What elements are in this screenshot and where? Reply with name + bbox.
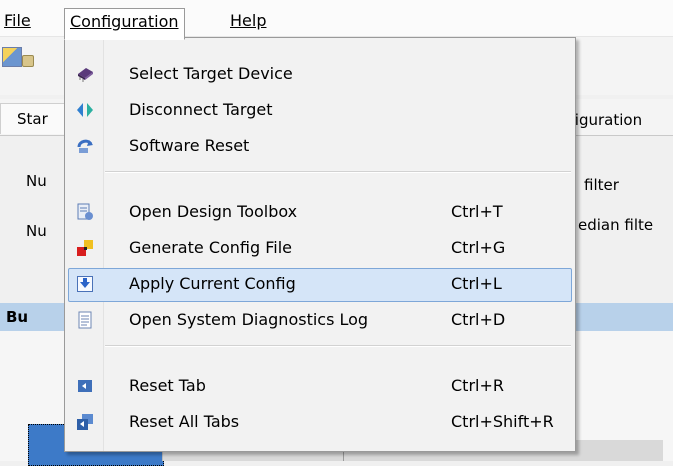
toolbox-icon (77, 203, 93, 220)
menu-item-shortcut: Ctrl+D (451, 310, 506, 329)
group-header-label: Bu (6, 308, 29, 326)
log-document-icon (78, 311, 92, 329)
menu-item-apply-current-config[interactable]: Apply Current Config Ctrl+L (65, 266, 575, 302)
reset-arrow-icon (77, 139, 93, 153)
menu-item-label: Reset All Tabs (129, 412, 240, 431)
menu-item-generate-config-file[interactable]: Generate Config File Ctrl+G (65, 230, 575, 266)
menu-separator (105, 171, 571, 173)
menu-item-select-target-device[interactable]: Select Target Device (65, 56, 575, 92)
menu-item-software-reset[interactable]: Software Reset (65, 128, 575, 164)
menu-help-label: Help (230, 11, 267, 30)
label-nu-1: Nu (26, 172, 47, 190)
menu-item-label: Generate Config File (129, 238, 293, 257)
menu-item-shortcut: Ctrl+T (451, 202, 503, 221)
menu-item-label: Software Reset (129, 136, 250, 155)
label-median-filter: edian filte (578, 216, 654, 234)
disconnect-icon (77, 103, 93, 117)
menu-separator (105, 345, 571, 347)
menu-item-label: Reset Tab (129, 376, 206, 395)
menu-help[interactable]: Help (226, 9, 270, 33)
label-filter: filter (584, 176, 619, 194)
menu-item-shortcut: Ctrl+Shift+R (451, 412, 554, 431)
reset-all-tabs-icon (77, 414, 93, 430)
menu-configuration-label: Configuration (70, 12, 179, 31)
label-nu-2: Nu (26, 222, 47, 240)
menu-file[interactable]: File (0, 9, 35, 33)
chip-icon (78, 68, 93, 82)
generate-config-icon (77, 240, 93, 256)
new-file-icon[interactable] (2, 47, 22, 67)
menu-item-shortcut: Ctrl+R (451, 376, 504, 395)
menu-item-open-system-diagnostics-log[interactable]: Open System Diagnostics Log Ctrl+D (65, 302, 575, 338)
menu-configuration[interactable]: Configuration (64, 8, 185, 40)
menubar: File Configuration Help (0, 0, 673, 40)
menu-item-label: Open Design Toolbox (129, 202, 298, 221)
menu-item-reset-all-tabs[interactable]: Reset All Tabs Ctrl+Shift+R (65, 404, 575, 440)
reset-tab-icon (78, 380, 92, 392)
apply-config-icon (77, 276, 93, 292)
menu-item-open-design-toolbox[interactable]: Open Design Toolbox Ctrl+T (65, 194, 575, 230)
menu-item-label: Apply Current Config (129, 274, 296, 293)
menu-item-label: Disconnect Target (129, 100, 273, 119)
menu-item-shortcut: Ctrl+L (451, 274, 502, 293)
menu-item-shortcut: Ctrl+G (451, 238, 506, 257)
configuration-dropdown: Select Target Device Disconnect Target S… (64, 37, 576, 452)
menu-item-label: Select Target Device (129, 64, 293, 83)
menu-item-label: Open System Diagnostics Log (129, 310, 369, 329)
open-icon[interactable] (22, 55, 34, 67)
menu-file-label: File (4, 11, 31, 30)
menu-item-disconnect-target[interactable]: Disconnect Target (65, 92, 575, 128)
menu-item-reset-tab[interactable]: Reset Tab Ctrl+R (65, 368, 575, 404)
